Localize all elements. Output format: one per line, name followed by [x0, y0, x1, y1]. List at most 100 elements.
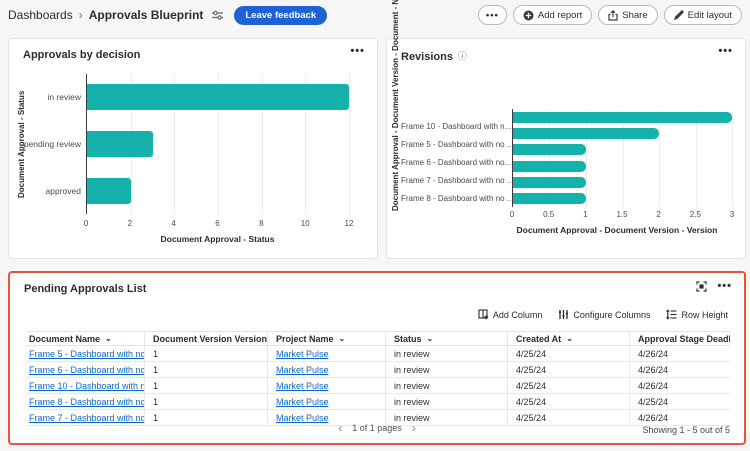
status-cell: in review — [386, 346, 508, 361]
table-row: Frame 5 - Dashboard with no filters...1M… — [26, 346, 730, 362]
bar[interactable] — [87, 84, 349, 111]
chevron-down-icon[interactable]: ⌄ — [427, 334, 434, 343]
document-name-link[interactable]: Frame 5 - Dashboard with no filters... — [29, 349, 144, 359]
project-name-link[interactable]: Market Pulse — [276, 381, 329, 391]
bar[interactable] — [513, 111, 732, 123]
approvals-card-title: Approvals by decision — [23, 49, 141, 61]
x-tick-label: 0 — [509, 210, 515, 219]
bar[interactable] — [513, 176, 586, 188]
column-header[interactable]: Document Version Version⌄ — [145, 332, 268, 345]
x-tick-label: 6 — [215, 219, 220, 228]
top-actions: ••• Add report Share Edit layout — [477, 5, 742, 25]
project-name-link[interactable]: Market Pulse — [276, 349, 329, 359]
chevron-down-icon[interactable]: ⌄ — [105, 334, 112, 343]
category-label: Frame 6 - Dashboard with no... — [401, 157, 512, 167]
document-name-link[interactable]: Frame 7 - Dashboard with no filters ... — [29, 413, 144, 423]
edit-layout-button[interactable]: Edit layout — [663, 5, 742, 25]
project-name-link[interactable]: Market Pulse — [276, 365, 329, 375]
category-label: Frame 5 - Dashboard with no ... — [401, 140, 512, 150]
next-page-button[interactable]: › — [412, 422, 416, 434]
status-cell: in review — [386, 394, 508, 409]
revisions-y-axis-label: Document Approval - Document Version - D… — [391, 0, 400, 211]
share-button[interactable]: Share — [598, 5, 658, 25]
share-label: Share — [622, 9, 648, 21]
created-at-cell: 4/25/24 — [508, 394, 630, 409]
column-header[interactable]: Status ⌄ — [386, 332, 508, 345]
table-cell: Market Pulse — [268, 378, 386, 393]
deadline-cell: 4/25/24 — [638, 396, 669, 407]
revisions-x-axis-label: Document Approval - Document Version - V… — [516, 225, 718, 235]
plus-circle-icon — [523, 10, 534, 21]
approvals-x-ticks: 0 2 4 6 8 10 12 — [84, 219, 354, 229]
document-name-link[interactable]: Frame 10 - Dashboard with no filter... — [29, 381, 144, 391]
add-column-label: Add Column — [492, 309, 543, 320]
deadline-cell: 4/26/24 — [638, 380, 669, 391]
pending-approvals-title: Pending Approvals List — [24, 283, 147, 295]
approvals-card-menu-button[interactable]: ••• — [350, 45, 365, 57]
share-icon — [608, 9, 618, 21]
table-pagination: ‹ 1 of 1 pages › Showing 1 - 5 out of 5 — [10, 422, 744, 439]
table-header-row: Document Name⌄Document Version Version⌄P… — [26, 331, 730, 346]
row-height-icon — [666, 309, 677, 320]
row-height-button[interactable]: Row Height — [666, 309, 728, 320]
category-label: Frame 10 - Dashboard with n... — [401, 122, 512, 132]
bar[interactable] — [513, 127, 659, 139]
header-more-button[interactable]: ••• — [477, 5, 507, 25]
configure-columns-icon — [558, 309, 569, 320]
previous-page-button[interactable]: ‹ — [338, 422, 342, 434]
rows-summary: Showing 1 - 5 out of 5 — [642, 425, 730, 435]
category-label: approved — [45, 185, 81, 196]
table-row: Frame 10 - Dashboard with no filter...1M… — [26, 378, 730, 394]
deadline-cell: 4/26/24 — [638, 364, 669, 375]
leave-feedback-button[interactable]: Leave feedback — [234, 5, 328, 25]
configure-columns-button[interactable]: Configure Columns — [558, 309, 650, 320]
created-at-cell: 4/25/24 — [508, 346, 630, 361]
x-tick-label: 2 — [656, 210, 661, 219]
table-row: Frame 8 - Dashboard with no filters...1M… — [26, 394, 730, 410]
focus-widget-icon[interactable] — [696, 280, 708, 292]
project-name-link[interactable]: Market Pulse — [276, 413, 329, 423]
deadline-cell: 4/26/24 — [638, 348, 669, 359]
column-header[interactable]: Created At ⌄ — [508, 332, 630, 345]
add-report-label: Add report — [537, 9, 583, 21]
approvals-x-axis-label: Document Approval - Status — [160, 234, 275, 244]
status-cell: in review — [386, 378, 508, 393]
bar[interactable] — [513, 144, 586, 156]
bar[interactable] — [87, 130, 153, 157]
status-cell: in review — [386, 362, 508, 377]
add-report-button[interactable]: Add report — [512, 5, 593, 25]
document-name-link[interactable]: Frame 8 - Dashboard with no filters... — [29, 397, 144, 407]
table-cell: Market Pulse — [268, 362, 386, 377]
top-bar: Dashboards › Approvals Blueprint Leave f… — [0, 0, 750, 30]
x-tick-label: 3 — [729, 210, 735, 219]
column-header[interactable]: Project Name ⌄ — [268, 332, 386, 345]
x-tick-label: 8 — [259, 219, 264, 228]
approvals-plot-area — [86, 74, 350, 214]
column-header[interactable]: Approval Stage Deadline⌄ — [630, 332, 730, 345]
filter-sliders-icon[interactable] — [211, 9, 224, 21]
bar[interactable] — [513, 193, 586, 205]
x-tick-label: 4 — [171, 219, 176, 228]
project-name-link[interactable]: Market Pulse — [276, 397, 329, 407]
column-header[interactable]: Document Name ⌄ — [26, 332, 145, 345]
bar[interactable] — [87, 177, 131, 204]
revisions-card-menu-button[interactable]: ••• — [718, 45, 733, 57]
created-at-cell: 4/25/24 — [508, 362, 630, 377]
document-name-link[interactable]: Frame 6 - Dashboard with no filters... — [29, 365, 144, 375]
info-icon[interactable]: ⓘ — [458, 51, 467, 61]
table-cell: Market Pulse — [268, 394, 386, 409]
document-version-cell: 1 — [145, 394, 268, 409]
pending-approvals-menu-button[interactable]: ••• — [717, 280, 732, 292]
page-title: Approvals Blueprint — [88, 8, 204, 22]
breadcrumb-dashboards[interactable]: Dashboards — [8, 8, 73, 22]
add-column-button[interactable]: Add Column — [478, 309, 543, 320]
chevron-down-icon[interactable]: ⌄ — [339, 334, 346, 343]
x-tick-label: 12 — [344, 219, 354, 228]
category-label: in review — [47, 92, 81, 103]
chevron-down-icon[interactable]: ⌄ — [566, 334, 573, 343]
x-tick-label: 1.5 — [616, 210, 628, 219]
add-column-icon — [478, 309, 489, 320]
table-cell: Frame 10 - Dashboard with no filter... — [26, 378, 145, 393]
bar[interactable] — [513, 160, 586, 172]
breadcrumb: Dashboards › Approvals Blueprint — [8, 8, 203, 22]
